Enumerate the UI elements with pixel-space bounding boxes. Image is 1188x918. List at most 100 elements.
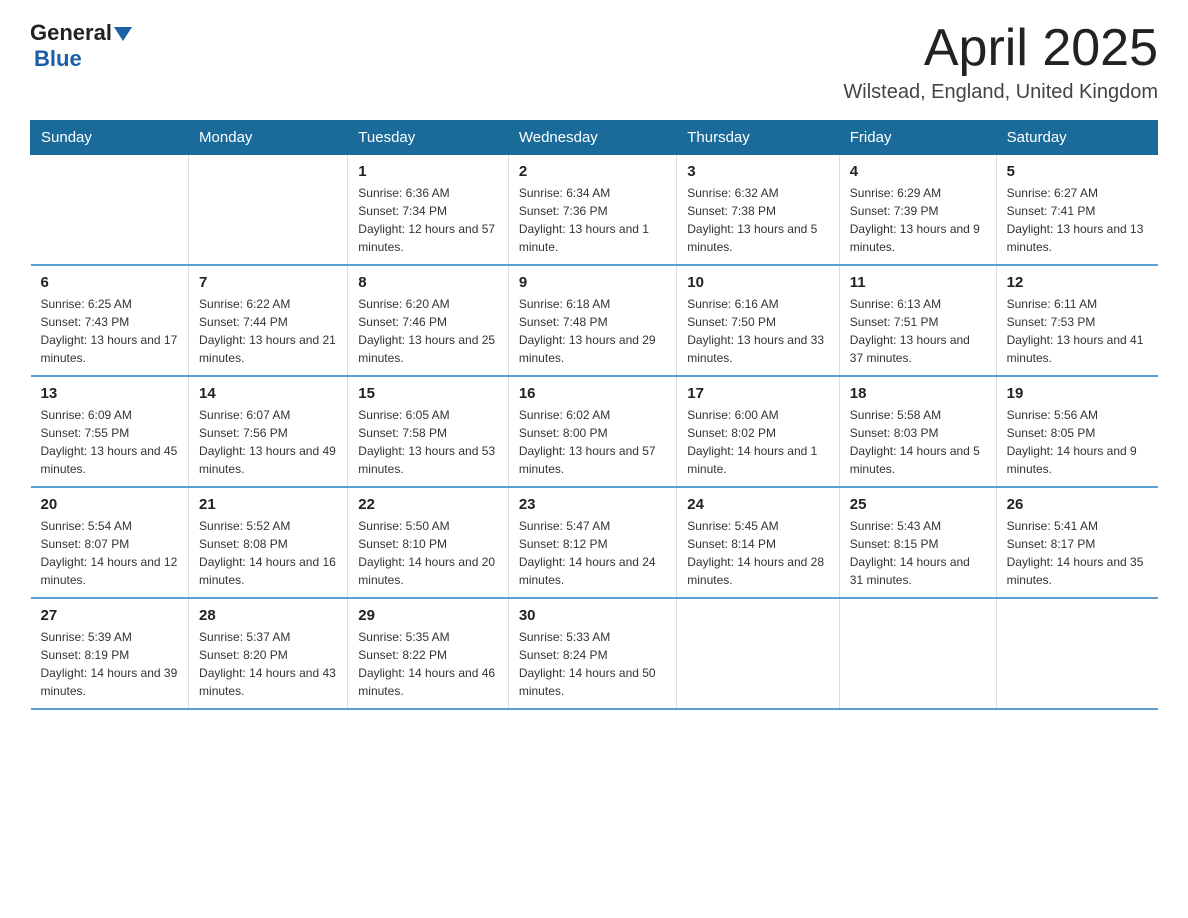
day-info: Sunrise: 5:43 AMSunset: 8:15 PMDaylight:… [850,517,986,589]
day-number: 2 [519,163,666,180]
day-number: 9 [519,274,666,291]
day-cell: 27 Sunrise: 5:39 AMSunset: 8:19 PMDayligh… [31,598,189,709]
day-number: 6 [41,274,179,291]
day-number: 14 [199,385,337,402]
day-info: Sunrise: 6:32 AMSunset: 7:38 PMDaylight:… [687,184,829,256]
day-cell [189,155,348,266]
week-row-2: 6 Sunrise: 6:25 AMSunset: 7:43 PMDaylight… [31,265,1158,376]
day-info: Sunrise: 6:11 AMSunset: 7:53 PMDaylight:… [1007,295,1148,367]
day-cell: 28 Sunrise: 5:37 AMSunset: 8:20 PMDayligh… [189,598,348,709]
day-info: Sunrise: 6:16 AMSunset: 7:50 PMDaylight:… [687,295,829,367]
day-info: Sunrise: 6:34 AMSunset: 7:36 PMDaylight:… [519,184,666,256]
day-cell: 18 Sunrise: 5:58 AMSunset: 8:03 PMDayligh… [839,376,996,487]
day-cell: 10 Sunrise: 6:16 AMSunset: 7:50 PMDayligh… [677,265,840,376]
day-number: 23 [519,496,666,513]
day-info: Sunrise: 6:36 AMSunset: 7:34 PMDaylight:… [358,184,498,256]
col-header-saturday: Saturday [996,121,1157,155]
day-cell: 6 Sunrise: 6:25 AMSunset: 7:43 PMDaylight… [31,265,189,376]
day-cell: 21Sunrise: 5:52 AMSunset: 8:08 PMDayligh… [189,487,348,598]
day-cell: 25 Sunrise: 5:43 AMSunset: 8:15 PMDayligh… [839,487,996,598]
day-cell: 5 Sunrise: 6:27 AMSunset: 7:41 PMDaylight… [996,155,1157,266]
day-info: Sunrise: 6:29 AMSunset: 7:39 PMDaylight:… [850,184,986,256]
location-text: Wilstead, England, United Kingdom [843,81,1158,104]
day-cell: 13 Sunrise: 6:09 AMSunset: 7:55 PMDayligh… [31,376,189,487]
day-number: 29 [358,607,498,624]
week-row-3: 13 Sunrise: 6:09 AMSunset: 7:55 PMDayligh… [31,376,1158,487]
day-info: Sunrise: 6:00 AMSunset: 8:02 PMDaylight:… [687,406,829,478]
day-cell: 3 Sunrise: 6:32 AMSunset: 7:38 PMDaylight… [677,155,840,266]
col-header-wednesday: Wednesday [508,121,676,155]
day-cell [839,598,996,709]
month-title: April 2025 [843,20,1158,77]
day-cell: 29 Sunrise: 5:35 AMSunset: 8:22 PMDayligh… [348,598,509,709]
week-row-1: 1Sunrise: 6:36 AMSunset: 7:34 PMDaylight… [31,155,1158,266]
day-info: Sunrise: 6:09 AMSunset: 7:55 PMDaylight:… [41,406,179,478]
day-number: 25 [850,496,986,513]
col-header-sunday: Sunday [31,121,189,155]
day-cell: 26Sunrise: 5:41 AMSunset: 8:17 PMDayligh… [996,487,1157,598]
day-number: 30 [519,607,666,624]
day-info: Sunrise: 6:18 AMSunset: 7:48 PMDaylight:… [519,295,666,367]
day-info: Sunrise: 5:33 AMSunset: 8:24 PMDaylight:… [519,628,666,700]
day-cell: 23Sunrise: 5:47 AMSunset: 8:12 PMDayligh… [508,487,676,598]
day-number: 5 [1007,163,1148,180]
day-info: Sunrise: 5:39 AMSunset: 8:19 PMDaylight:… [41,628,179,700]
day-number: 15 [358,385,498,402]
day-info: Sunrise: 6:05 AMSunset: 7:58 PMDaylight:… [358,406,498,478]
day-number: 16 [519,385,666,402]
day-number: 18 [850,385,986,402]
logo-blue-text: Blue [34,46,82,72]
day-number: 4 [850,163,986,180]
day-cell: 20Sunrise: 5:54 AMSunset: 8:07 PMDayligh… [31,487,189,598]
day-info: Sunrise: 6:27 AMSunset: 7:41 PMDaylight:… [1007,184,1148,256]
day-info: Sunrise: 5:35 AMSunset: 8:22 PMDaylight:… [358,628,498,700]
day-number: 19 [1007,385,1148,402]
day-number: 17 [687,385,829,402]
day-number: 10 [687,274,829,291]
day-number: 7 [199,274,337,291]
col-header-friday: Friday [839,121,996,155]
day-number: 11 [850,274,986,291]
day-number: 12 [1007,274,1148,291]
day-number: 22 [358,496,498,513]
day-number: 8 [358,274,498,291]
col-header-tuesday: Tuesday [348,121,509,155]
day-cell: 14Sunrise: 6:07 AMSunset: 7:56 PMDayligh… [189,376,348,487]
logo-triangle-icon [114,27,132,41]
day-cell: 4 Sunrise: 6:29 AMSunset: 7:39 PMDaylight… [839,155,996,266]
day-number: 24 [687,496,829,513]
day-info: Sunrise: 6:02 AMSunset: 8:00 PMDaylight:… [519,406,666,478]
week-row-5: 27 Sunrise: 5:39 AMSunset: 8:19 PMDayligh… [31,598,1158,709]
day-cell: 16 Sunrise: 6:02 AMSunset: 8:00 PMDayligh… [508,376,676,487]
day-info: Sunrise: 5:56 AMSunset: 8:05 PMDaylight:… [1007,406,1148,478]
day-info: Sunrise: 5:54 AMSunset: 8:07 PMDaylight:… [41,517,179,589]
col-header-thursday: Thursday [677,121,840,155]
day-number: 26 [1007,496,1148,513]
day-info: Sunrise: 5:37 AMSunset: 8:20 PMDaylight:… [199,628,337,700]
day-info: Sunrise: 6:20 AMSunset: 7:46 PMDaylight:… [358,295,498,367]
day-cell: 1Sunrise: 6:36 AMSunset: 7:34 PMDaylight… [348,155,509,266]
day-cell: 2 Sunrise: 6:34 AMSunset: 7:36 PMDaylight… [508,155,676,266]
day-info: Sunrise: 5:45 AMSunset: 8:14 PMDaylight:… [687,517,829,589]
day-number: 13 [41,385,179,402]
week-row-4: 20Sunrise: 5:54 AMSunset: 8:07 PMDayligh… [31,487,1158,598]
day-info: Sunrise: 6:13 AMSunset: 7:51 PMDaylight:… [850,295,986,367]
day-cell: 15 Sunrise: 6:05 AMSunset: 7:58 PMDayligh… [348,376,509,487]
page-header: General Blue April 2025 Wilstead, Englan… [30,20,1158,104]
day-cell [996,598,1157,709]
day-cell: 30 Sunrise: 5:33 AMSunset: 8:24 PMDayligh… [508,598,676,709]
day-info: Sunrise: 6:25 AMSunset: 7:43 PMDaylight:… [41,295,179,367]
day-cell: 22Sunrise: 5:50 AMSunset: 8:10 PMDayligh… [348,487,509,598]
day-number: 28 [199,607,337,624]
day-cell: 24 Sunrise: 5:45 AMSunset: 8:14 PMDayligh… [677,487,840,598]
day-number: 3 [687,163,829,180]
calendar-header: SundayMondayTuesdayWednesdayThursdayFrid… [31,121,1158,155]
day-number: 27 [41,607,179,624]
day-cell: 19 Sunrise: 5:56 AMSunset: 8:05 PMDayligh… [996,376,1157,487]
day-cell: 12 Sunrise: 6:11 AMSunset: 7:53 PMDayligh… [996,265,1157,376]
col-header-monday: Monday [189,121,348,155]
day-cell [31,155,189,266]
day-info: Sunrise: 5:58 AMSunset: 8:03 PMDaylight:… [850,406,986,478]
day-cell [677,598,840,709]
day-info: Sunrise: 6:22 AMSunset: 7:44 PMDaylight:… [199,295,337,367]
